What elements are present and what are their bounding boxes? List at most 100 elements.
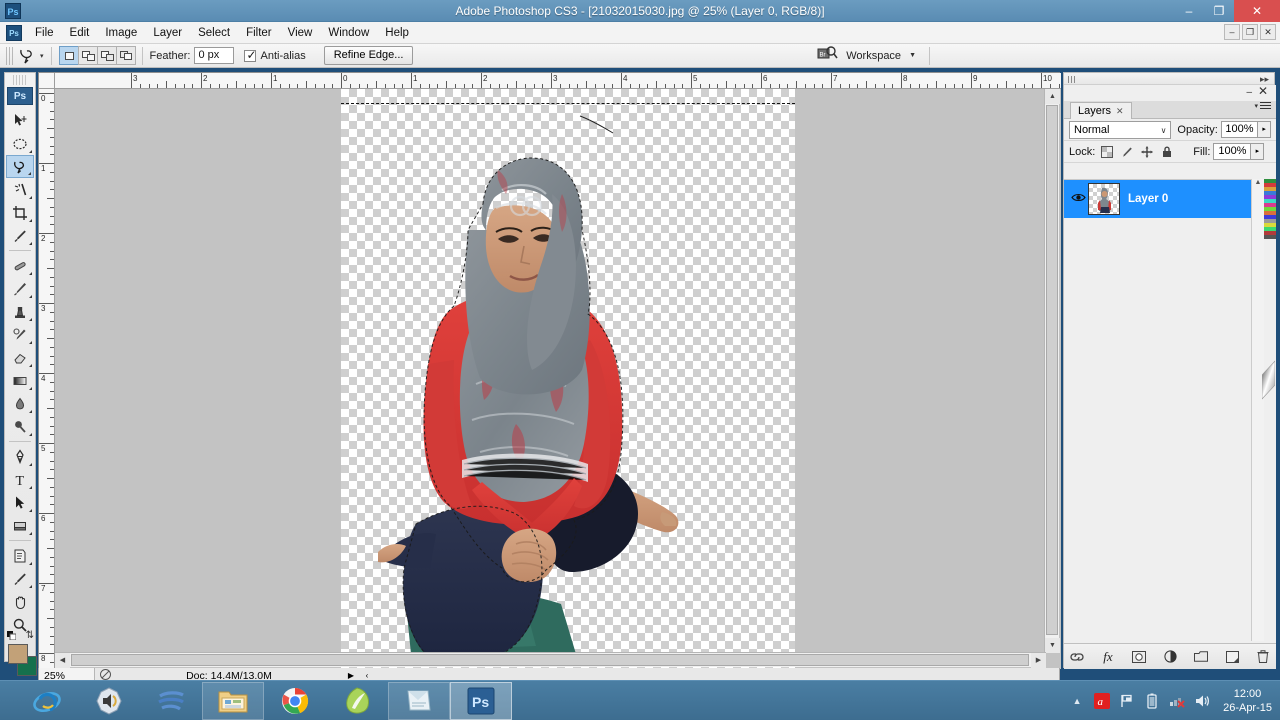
notepad-button[interactable] [388, 681, 450, 720]
tab-close-icon[interactable]: ✕ [1116, 106, 1124, 116]
delete-layer-icon[interactable] [1255, 649, 1271, 665]
status-expand-arrow-icon[interactable]: ▶ [343, 671, 359, 680]
workspace-caret-icon[interactable]: ▼ [909, 52, 916, 59]
flag-action-center-icon[interactable] [1119, 693, 1135, 709]
dodge-tool[interactable] [6, 415, 34, 438]
menu-file[interactable]: File [27, 24, 62, 42]
clone-stamp-tool[interactable] [6, 300, 34, 323]
canvas-scroll-area[interactable] [55, 89, 1061, 669]
brush-tool[interactable] [6, 277, 34, 300]
bridge-zoom-icon[interactable]: Br [817, 45, 839, 66]
swap-colors-icon[interactable]: ⇅ [26, 630, 34, 641]
new-adjustment-layer-icon[interactable] [1162, 649, 1178, 665]
move-tool[interactable] [6, 109, 34, 132]
layer-style-fx-icon[interactable]: fx [1100, 649, 1116, 665]
doc-minimize-button[interactable]: – [1224, 24, 1240, 40]
blur-tool[interactable] [6, 392, 34, 415]
menu-view[interactable]: View [280, 24, 321, 42]
lasso-tool[interactable] [6, 155, 34, 178]
type-tool[interactable]: T [6, 468, 34, 491]
minimize-button[interactable]: – [1174, 0, 1204, 22]
vertical-ruler[interactable]: 0 1 2 3 4 5 6 7 8 [39, 89, 55, 669]
anti-alias-checkbox[interactable]: Anti-alias [244, 48, 309, 62]
refine-edge-button[interactable]: Refine Edge... [323, 46, 414, 65]
scroll-up-button[interactable]: ▲ [1045, 89, 1060, 104]
workspace-label[interactable]: Workspace [846, 50, 901, 62]
tool-preset-caret-icon[interactable]: ▾ [40, 52, 44, 60]
menu-layer[interactable]: Layer [145, 24, 190, 42]
image-canvas[interactable] [341, 89, 795, 669]
intersect-with-selection-button[interactable] [115, 46, 136, 65]
add-to-selection-button[interactable] [77, 46, 98, 65]
healing-brush-tool[interactable] [6, 254, 34, 277]
canvas-vertical-scrollbar[interactable]: ▲ ▼ [1044, 89, 1060, 653]
lock-transparent-pixels-icon[interactable] [1100, 145, 1113, 158]
eyedropper-tool-2[interactable] [6, 567, 34, 590]
photoshop-button[interactable]: Ps [450, 681, 512, 720]
layer-thumbnail[interactable] [1088, 183, 1120, 215]
blue-app-button[interactable] [140, 682, 202, 720]
menu-select[interactable]: Select [190, 24, 238, 42]
options-bar-grip[interactable] [6, 46, 13, 65]
chrome-button[interactable] [264, 682, 326, 720]
tools-panel-grip[interactable] [13, 75, 27, 85]
new-layer-icon[interactable] [1224, 649, 1240, 665]
marquee-tool[interactable] [6, 132, 34, 155]
rectangle-shape-tool[interactable] [6, 514, 34, 537]
new-group-icon[interactable] [1193, 649, 1209, 665]
swatches-strip[interactable] [1264, 179, 1276, 239]
close-button[interactable]: ✕ [1234, 0, 1280, 22]
pen-tool[interactable] [6, 445, 34, 468]
new-selection-button[interactable] [58, 46, 79, 65]
media-player-button[interactable] [78, 682, 140, 720]
fill-stepper-icon[interactable]: ▸ [1251, 143, 1265, 160]
fill-input[interactable]: 100% [1213, 143, 1252, 160]
doc-close-button[interactable]: ✕ [1260, 24, 1276, 40]
magic-wand-tool[interactable] [6, 178, 34, 201]
restore-button[interactable]: ❐ [1204, 0, 1234, 22]
doc-restore-button[interactable]: ❐ [1242, 24, 1258, 40]
file-explorer-button[interactable] [202, 681, 264, 720]
scroll-right-button[interactable]: ▶ [1031, 653, 1046, 668]
link-layers-icon[interactable] [1069, 649, 1085, 665]
vertical-scroll-thumb[interactable] [1046, 105, 1058, 635]
dock-header[interactable]: ▸▸ [1064, 73, 1274, 85]
panel-minimize-button[interactable]: – [1246, 87, 1252, 98]
opacity-input[interactable]: 100% [1220, 121, 1259, 138]
avira-icon[interactable]: a [1094, 693, 1111, 709]
path-selection-tool[interactable] [6, 491, 34, 514]
scroll-left-button[interactable]: ◀ [55, 653, 70, 668]
gradient-tool[interactable] [6, 369, 34, 392]
internet-explorer-button[interactable] [16, 682, 78, 720]
show-hidden-icons-button[interactable]: ▲ [1069, 693, 1085, 709]
hand-tool[interactable] [6, 590, 34, 613]
scroll-down-button[interactable]: ▼ [1045, 638, 1060, 653]
subtract-from-selection-button[interactable] [96, 46, 117, 65]
panel-close-button[interactable]: ✕ [1258, 84, 1268, 98]
notes-tool[interactable] [6, 544, 34, 567]
layer-visibility-icon[interactable] [1068, 192, 1088, 206]
eraser-tool[interactable] [6, 346, 34, 369]
horizontal-ruler[interactable]: 3 2 1 0 1 2 3 4 5 6 7 8 9 10 [55, 73, 1061, 89]
layer-row-layer-0[interactable]: Layer 0 [1064, 180, 1276, 218]
network-disconnected-icon[interactable] [1169, 693, 1185, 709]
lasso-tool-icon[interactable] [17, 46, 39, 66]
green-app-button[interactable] [326, 682, 388, 720]
blend-mode-select[interactable]: Normal ∨ [1069, 120, 1172, 139]
lock-position-icon[interactable] [1140, 145, 1153, 158]
menu-image[interactable]: Image [97, 24, 145, 42]
history-brush-tool[interactable] [6, 323, 34, 346]
volume-icon[interactable] [1194, 693, 1210, 709]
lock-all-icon[interactable] [1160, 145, 1173, 158]
lock-image-pixels-icon[interactable] [1120, 145, 1133, 158]
canvas-horizontal-scrollbar[interactable]: ◀ ▶ [55, 652, 1046, 668]
tab-layers[interactable]: Layers ✕ [1070, 102, 1132, 119]
opacity-stepper-icon[interactable]: ▸ [1258, 121, 1272, 138]
crop-tool[interactable] [6, 201, 34, 224]
menu-window[interactable]: Window [320, 24, 377, 42]
add-layer-mask-icon[interactable] [1131, 649, 1147, 665]
clock[interactable]: 12:00 26-Apr-15 [1223, 687, 1272, 715]
status-left-arrow-icon[interactable]: ‹ [359, 671, 375, 680]
foreground-color-swatch[interactable] [8, 644, 28, 664]
horizontal-scroll-thumb[interactable] [71, 654, 1029, 666]
